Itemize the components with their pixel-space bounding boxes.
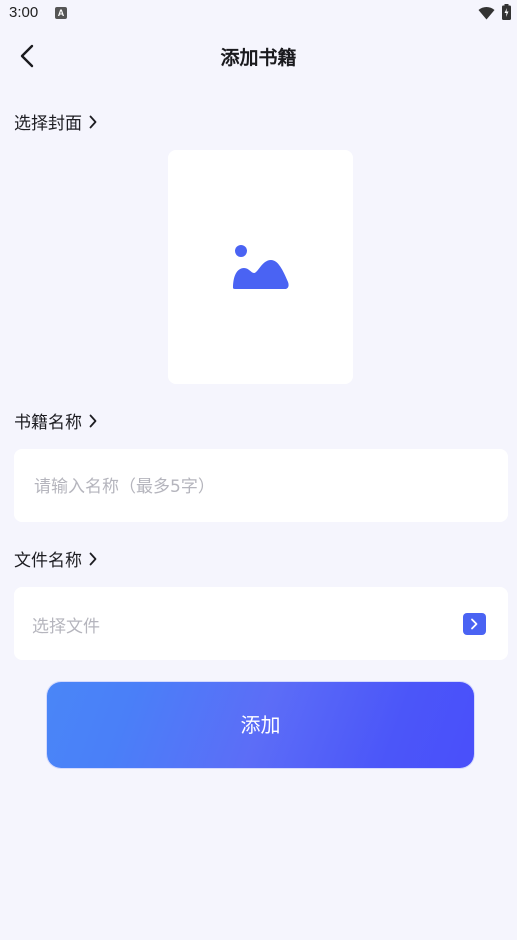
chevron-right-icon xyxy=(89,115,97,128)
select-cover-text: 选择封面 xyxy=(14,114,82,134)
file-select-button[interactable] xyxy=(463,613,486,635)
cover-picker[interactable] xyxy=(168,150,353,384)
chevron-right-icon xyxy=(89,414,97,427)
header: 添加书籍 xyxy=(0,30,517,82)
battery-icon xyxy=(502,4,511,20)
status-time: 3:00 xyxy=(9,4,39,21)
file-name-text: 文件名称 xyxy=(14,551,82,571)
book-name-text: 书籍名称 xyxy=(14,413,82,433)
chevron-right-icon xyxy=(471,618,478,630)
book-name-label: 书籍名称 xyxy=(14,408,98,433)
book-name-field xyxy=(14,449,508,524)
add-button[interactable]: 添加 xyxy=(47,682,474,768)
status-bar: 3:00 A xyxy=(0,0,517,26)
book-name-input[interactable] xyxy=(32,449,456,524)
file-select-placeholder: 选择文件 xyxy=(32,617,100,637)
file-select-field[interactable]: 选择文件 xyxy=(14,587,508,660)
file-name-label: 文件名称 xyxy=(14,546,98,571)
image-icon xyxy=(233,245,289,289)
select-cover-label[interactable]: 选择封面 xyxy=(14,109,98,134)
page-title: 添加书籍 xyxy=(220,47,297,69)
chevron-right-icon xyxy=(89,552,97,565)
notification-icon: A xyxy=(55,7,67,19)
wifi-icon xyxy=(478,6,495,20)
